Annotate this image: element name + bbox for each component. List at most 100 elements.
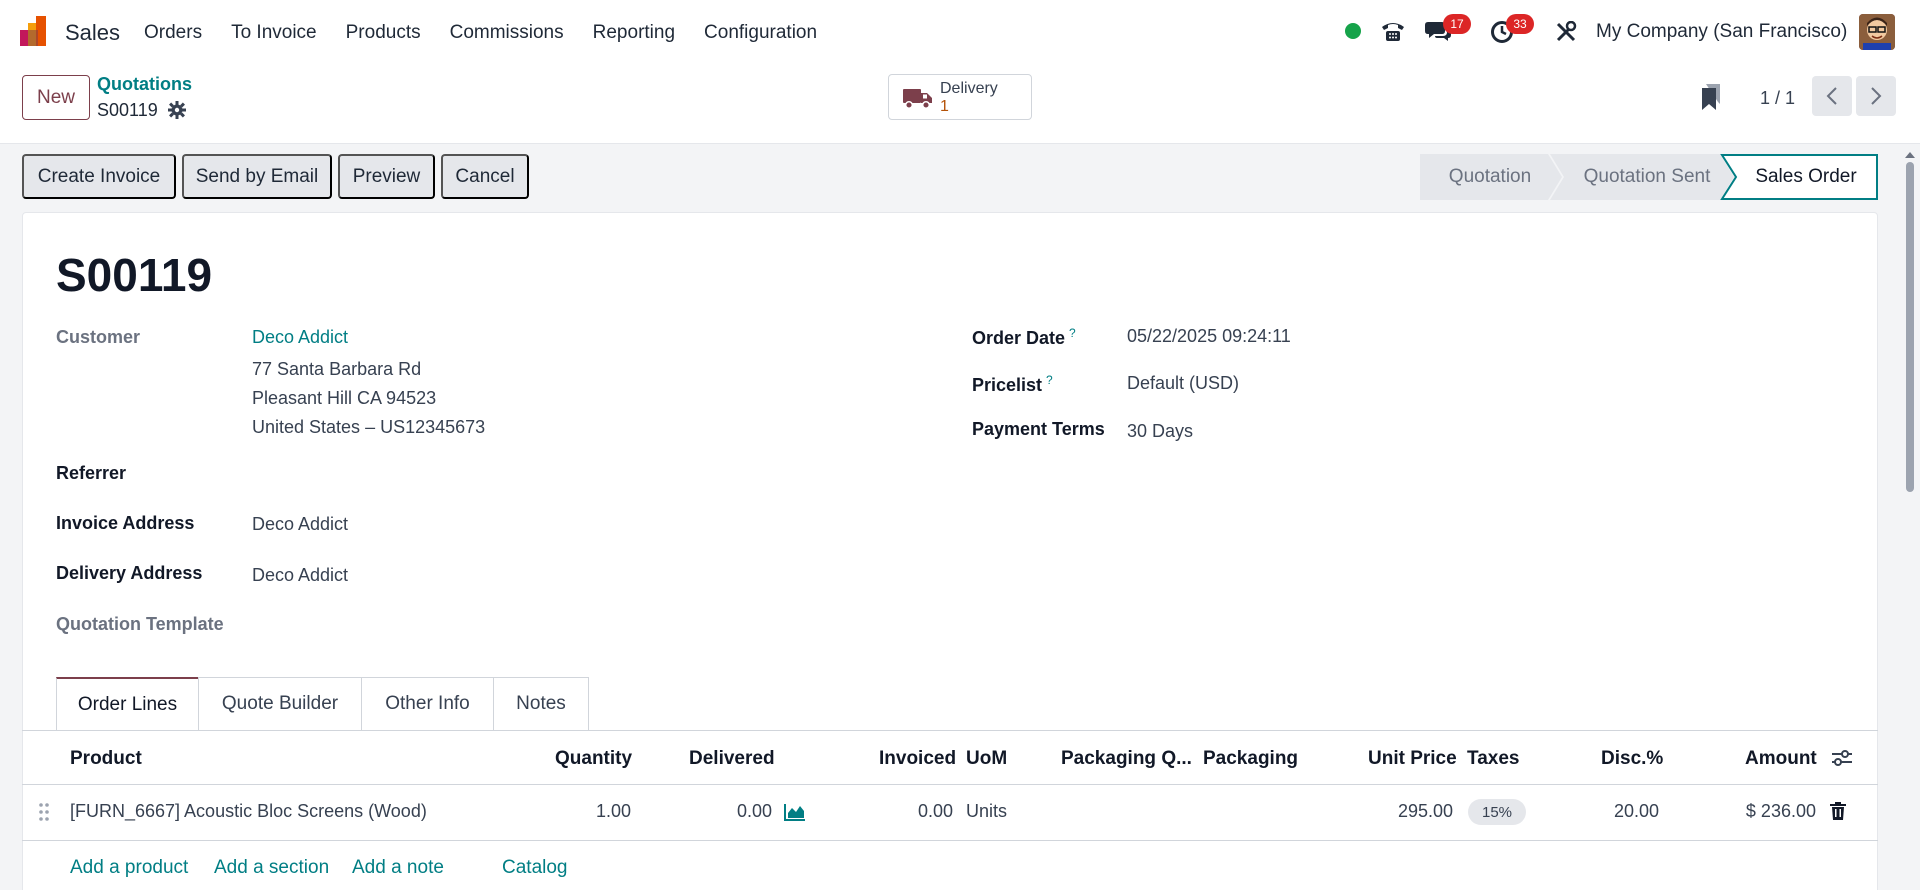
col-unit-price[interactable]: Unit Price xyxy=(1368,748,1457,770)
payment-terms-field[interactable]: 30 Days xyxy=(1127,421,1193,442)
col-delivered[interactable]: Delivered xyxy=(689,748,775,770)
row-delivered[interactable]: 0.00 xyxy=(700,801,772,822)
activities-clock-icon[interactable]: 33 xyxy=(1490,14,1534,44)
phone-icon[interactable] xyxy=(1380,19,1406,43)
debug-tools-icon[interactable] xyxy=(1555,21,1577,43)
row-unit-price[interactable]: 295.00 xyxy=(1340,801,1453,822)
order-date-field[interactable]: 05/22/2025 09:24:11 xyxy=(1127,326,1291,347)
tab-notes[interactable]: Notes xyxy=(493,677,589,730)
invoice-address-label: Invoice Address xyxy=(56,513,195,533)
catalog-link[interactable]: Catalog xyxy=(502,857,568,879)
referrer-field[interactable] xyxy=(252,463,652,487)
pricelist-help-icon[interactable]: ? xyxy=(1046,373,1053,387)
send-by-email-button[interactable]: Send by Email xyxy=(182,154,332,199)
preview-button[interactable]: Preview xyxy=(338,154,435,199)
order-title: S00119 xyxy=(56,249,213,301)
company-switcher[interactable]: My Company (San Francisco) xyxy=(1596,21,1847,43)
tab-order-lines[interactable]: Order Lines xyxy=(56,677,199,731)
breadcrumb-current: S00119 xyxy=(97,100,158,120)
col-amount[interactable]: Amount xyxy=(1745,748,1817,770)
quotation-template-label: Quotation Template xyxy=(56,614,224,634)
status-quotation-sent[interactable]: Quotation Sent xyxy=(1562,154,1732,200)
new-button[interactable]: New xyxy=(22,75,90,120)
order-date-label: Order Date? xyxy=(972,326,1076,349)
pager-value[interactable]: 1 / 1 xyxy=(1760,88,1795,109)
add-note-link[interactable]: Add a note xyxy=(352,857,444,879)
row-amount: $ 236.00 xyxy=(1745,801,1816,821)
scroll-up-arrow-icon[interactable] xyxy=(1904,150,1916,160)
menu-configuration[interactable]: Configuration xyxy=(704,22,817,44)
scrollbar-thumb[interactable] xyxy=(1906,162,1914,492)
cancel-button[interactable]: Cancel xyxy=(441,154,529,199)
table-header-divider xyxy=(22,784,1878,785)
smart-button-value: 1 xyxy=(940,98,949,115)
delivery-address-label: Delivery Address xyxy=(56,563,203,583)
order-date-help-icon[interactable]: ? xyxy=(1069,326,1076,340)
add-section-link[interactable]: Add a section xyxy=(214,857,329,879)
add-product-link[interactable]: Add a product xyxy=(70,857,188,879)
row-discount[interactable]: 20.00 xyxy=(1580,801,1659,822)
drag-handle-icon[interactable] xyxy=(38,802,50,827)
create-invoice-button[interactable]: Create Invoice xyxy=(22,154,176,199)
forecast-chart-icon[interactable] xyxy=(784,803,806,826)
customer-link[interactable]: Deco Addict xyxy=(252,327,348,348)
menu-products[interactable]: Products xyxy=(346,22,421,44)
trash-icon[interactable] xyxy=(1830,802,1846,825)
row-product[interactable]: [FURN_6667] Acoustic Bloc Screens (Wood) xyxy=(70,801,427,822)
col-taxes[interactable]: Taxes xyxy=(1467,748,1519,770)
sales-app-icon[interactable] xyxy=(20,16,50,46)
pricelist-label-text: Pricelist xyxy=(972,375,1043,395)
row-tax-badge[interactable]: 15% xyxy=(1468,799,1526,825)
messages-badge: 17 xyxy=(1443,14,1471,34)
delivery-smart-button[interactable]: Delivery 1 xyxy=(888,74,1032,120)
row-quantity[interactable]: 1.00 xyxy=(555,801,631,822)
truck-icon xyxy=(903,86,933,115)
status-quotation[interactable]: Quotation xyxy=(1420,154,1560,200)
tab-quote-builder[interactable]: Quote Builder xyxy=(198,677,362,730)
col-uom[interactable]: UoM xyxy=(966,748,1007,770)
pricelist-label: Pricelist? xyxy=(972,373,1053,396)
quotation-template-field[interactable] xyxy=(252,614,652,638)
menu-reporting[interactable]: Reporting xyxy=(593,22,675,44)
status-sales-order[interactable]: Sales Order xyxy=(1734,154,1878,200)
control-panel: New Quotations S00119 Delivery 1 1 / 1 xyxy=(0,64,1920,144)
bookmark-icon[interactable] xyxy=(1700,84,1722,115)
menu-to-invoice[interactable]: To Invoice xyxy=(231,22,317,44)
menu-orders[interactable]: Orders xyxy=(144,22,202,44)
top-navbar: Sales Orders To Invoice Products Commiss… xyxy=(0,0,1920,64)
pager-previous-button[interactable] xyxy=(1812,76,1852,116)
chevron-left-icon xyxy=(1826,87,1837,105)
table-row-divider xyxy=(22,840,1878,841)
col-product[interactable]: Product xyxy=(70,748,142,770)
app-name[interactable]: Sales xyxy=(65,20,120,46)
chevron-right-icon xyxy=(1871,87,1882,105)
tabs-divider xyxy=(22,730,1878,731)
form-sheet xyxy=(22,212,1878,890)
customer-address-line3: United States – US12345673 xyxy=(252,417,486,437)
row-uom[interactable]: Units xyxy=(966,801,1007,822)
row-invoiced: 0.00 xyxy=(917,801,953,821)
menu-commissions[interactable]: Commissions xyxy=(450,22,564,44)
pager-next-button[interactable] xyxy=(1856,76,1896,116)
payment-terms-label: Payment Terms xyxy=(972,419,1105,439)
col-discount[interactable]: Disc.% xyxy=(1601,748,1663,770)
activities-badge: 33 xyxy=(1506,14,1534,34)
col-packaging[interactable]: Packaging xyxy=(1203,748,1298,770)
col-quantity[interactable]: Quantity xyxy=(555,748,632,770)
gear-icon[interactable] xyxy=(168,101,186,124)
customer-address-line1: 77 Santa Barbara Rd xyxy=(252,359,422,379)
presence-indicator-icon xyxy=(1345,23,1361,39)
order-date-label-text: Order Date xyxy=(972,328,1066,348)
main-menu: Orders To Invoice Products Commissions R… xyxy=(144,22,846,44)
delivery-address-field[interactable]: Deco Addict xyxy=(252,565,348,586)
breadcrumb-quotations[interactable]: Quotations xyxy=(97,74,192,95)
messages-icon[interactable]: 17 xyxy=(1425,14,1471,42)
col-invoiced[interactable]: Invoiced xyxy=(879,748,956,770)
user-avatar[interactable] xyxy=(1859,14,1895,50)
pricelist-field[interactable]: Default (USD) xyxy=(1127,373,1239,394)
customer-label: Customer xyxy=(56,327,141,347)
tab-other-info[interactable]: Other Info xyxy=(361,677,494,730)
col-packaging-qty[interactable]: Packaging Q... xyxy=(1061,748,1192,770)
invoice-address-field[interactable]: Deco Addict xyxy=(252,514,348,535)
optional-columns-icon[interactable] xyxy=(1831,748,1853,773)
